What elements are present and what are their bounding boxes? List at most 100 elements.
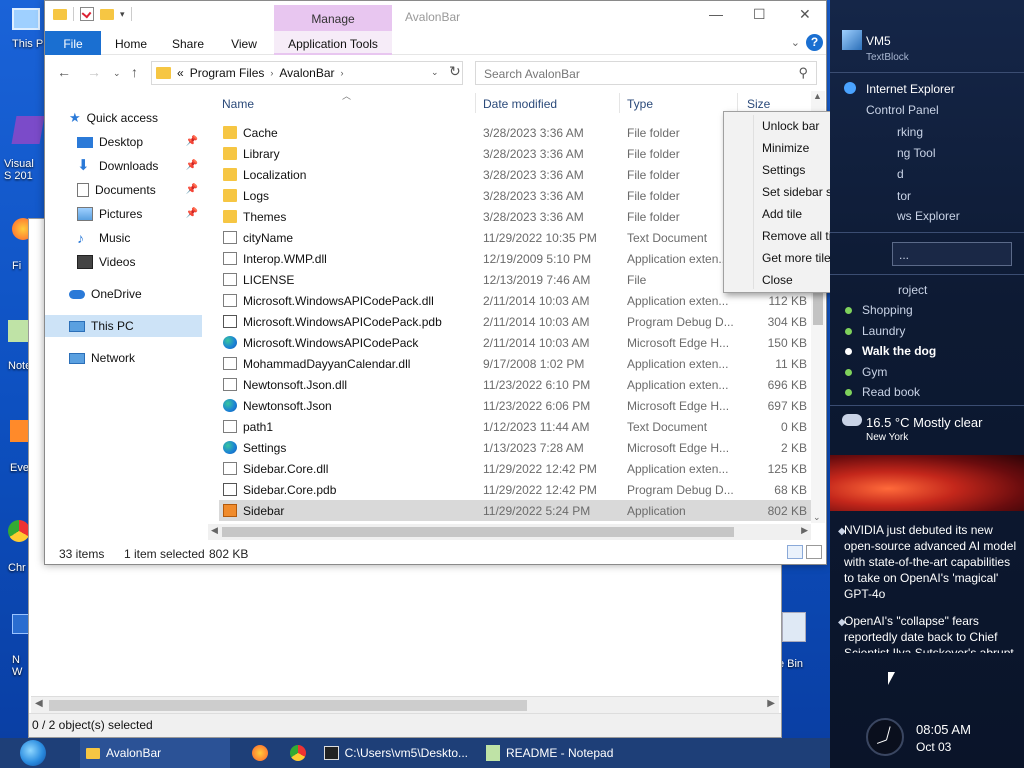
taskbar-item-firefox[interactable]: [246, 738, 276, 768]
explorer-window[interactable]: ▾ Manage AvalonBar — ☐ ✕ File Home Share…: [44, 0, 827, 565]
column-header-type[interactable]: Type: [627, 89, 653, 115]
nav-item-documents[interactable]: Documents 📌: [45, 179, 202, 201]
column-divider[interactable]: [475, 93, 476, 113]
file-row[interactable]: Microsoft.WindowsAPICodePack.pdb 2/11/201…: [219, 311, 815, 332]
refresh-icon[interactable]: ↻: [449, 63, 461, 80]
scroll-right-icon[interactable]: ▶: [801, 525, 808, 536]
column-divider[interactable]: [619, 93, 620, 113]
file-row[interactable]: Sidebar.Core.pdb 11/29/2022 12:42 PM Progr…: [219, 479, 815, 500]
scroll-down-icon[interactable]: ⌄: [813, 512, 821, 523]
taskbar-item-chrome[interactable]: [284, 738, 314, 768]
help-icon[interactable]: ?: [806, 34, 823, 51]
file-row[interactable]: Sidebar 11/29/2022 5:24 PM Application 802 …: [219, 500, 815, 521]
details-view-icon[interactable]: [787, 545, 803, 559]
scroll-left-icon[interactable]: ◀: [211, 525, 218, 536]
todo-status-icon[interactable]: [845, 368, 852, 376]
address-root-icon[interactable]: «: [177, 66, 184, 80]
desktop-icon-app[interactable]: Eve: [10, 420, 30, 474]
taskbar-item-7zip[interactable]: C:\Users\vm5\Deskto...: [318, 738, 468, 768]
tab-home[interactable]: Home: [111, 31, 151, 55]
taskbar-item-notepad[interactable]: README - Notepad: [480, 738, 630, 768]
address-dropdown-icon[interactable]: ⌄: [431, 67, 439, 78]
tab-application-tools[interactable]: Application Tools: [274, 31, 392, 55]
chevron-right-icon[interactable]: ›: [270, 68, 273, 78]
file-row[interactable]: Microsoft.WindowsAPICodePack 2/11/2014 10…: [219, 332, 815, 353]
expand-ribbon-icon[interactable]: ⌄: [791, 36, 800, 49]
pin-icon[interactable]: 📌: [186, 136, 198, 147]
todo-item[interactable]: Shopping: [862, 303, 913, 317]
file-row[interactable]: Sidebar.Core.dll 11/29/2022 12:42 PM Appli…: [219, 458, 815, 479]
todo-status-icon[interactable]: [845, 348, 852, 355]
horizontal-scrollbar[interactable]: ◀ ▶: [208, 524, 811, 540]
recent-locations-icon[interactable]: ⌄: [113, 68, 121, 79]
taskbar-item-avalonbar[interactable]: AvalonBar: [80, 738, 230, 768]
sidebar-link[interactable]: ng Tool: [897, 146, 935, 160]
scroll-up-icon[interactable]: ▲: [813, 91, 822, 101]
todo-status-icon[interactable]: [845, 307, 852, 314]
desktop-icon-visual-studio[interactable]: Visual S 201: [4, 116, 45, 182]
tab-share[interactable]: Share: [169, 31, 207, 55]
nav-item-music[interactable]: ♪ Music: [45, 227, 202, 249]
customize-toolbar-icon[interactable]: ▾: [120, 9, 125, 20]
todo-item[interactable]: Gym: [862, 365, 887, 379]
sidebar-link-windows-explorer[interactable]: ws Explorer: [897, 209, 960, 223]
scroll-right-icon[interactable]: ▶: [767, 698, 775, 709]
pin-icon[interactable]: 📌: [186, 160, 198, 171]
nav-item-downloads[interactable]: ⬇ Downloads 📌: [45, 155, 202, 177]
nav-item-this-pc[interactable]: This PC: [45, 315, 202, 337]
column-header-name[interactable]: Name: [222, 89, 254, 115]
scrollbar-thumb[interactable]: [49, 700, 527, 711]
new-folder-icon[interactable]: [100, 8, 114, 20]
user-name[interactable]: VM5: [866, 34, 891, 48]
nav-item-onedrive[interactable]: OneDrive: [45, 283, 202, 305]
todo-status-icon[interactable]: [845, 389, 852, 396]
forward-icon[interactable]: →: [87, 64, 101, 80]
start-button[interactable]: [20, 740, 46, 766]
properties-icon[interactable]: [80, 7, 94, 21]
maximize-button[interactable]: ☐: [753, 6, 766, 23]
address-bar[interactable]: « Program Files › AvalonBar ›: [151, 61, 463, 85]
nav-item-network[interactable]: Network: [45, 347, 202, 369]
desktop-icon-chrome[interactable]: Chr: [8, 520, 30, 574]
nav-item-videos[interactable]: Videos: [45, 251, 202, 273]
minimize-button[interactable]: —: [709, 6, 723, 22]
pin-icon[interactable]: 📌: [186, 184, 198, 195]
file-row[interactable]: Settings 1/13/2023 7:28 AM Microsoft Edge …: [219, 437, 815, 458]
large-icons-view-icon[interactable]: [806, 545, 822, 559]
file-row[interactable]: Microsoft.WindowsAPICodePack.dll 2/11/201…: [219, 290, 815, 311]
sidebar-link[interactable]: tor: [897, 189, 911, 203]
up-icon[interactable]: ↑: [131, 64, 138, 80]
title-bar[interactable]: ▾ Manage AvalonBar — ☐ ✕: [45, 1, 826, 33]
breadcrumb-avalonbar[interactable]: AvalonBar: [279, 66, 334, 80]
todo-item[interactable]: Laundry: [862, 324, 905, 338]
file-row[interactable]: path1 1/12/2023 11:44 AM Text Document 0 KB: [219, 416, 815, 437]
nav-quick-access[interactable]: ★ Quick access: [45, 107, 202, 129]
todo-item[interactable]: Walk the dog: [862, 344, 936, 358]
sidebar-link-internet-explorer[interactable]: Internet Explorer: [866, 82, 955, 96]
todo-status-icon[interactable]: [845, 327, 852, 335]
sidebar-search-input[interactable]: ...: [892, 242, 1012, 266]
sidebar-link[interactable]: d: [897, 167, 904, 181]
file-row[interactable]: Newtonsoft.Json.dll 11/23/2022 6:10 PM App…: [219, 374, 815, 395]
tab-view[interactable]: View: [227, 31, 261, 55]
image-slideshow-tile[interactable]: [830, 455, 1024, 511]
scrollbar-thumb[interactable]: [222, 527, 734, 537]
horizontal-scrollbar[interactable]: ◀ ▶: [31, 696, 779, 713]
chevron-right-icon[interactable]: ›: [341, 68, 344, 78]
close-button[interactable]: ✕: [799, 6, 811, 23]
news-item[interactable]: NVIDIA just debuted its new open-source …: [844, 522, 1020, 602]
sidebar-link[interactable]: rking: [897, 125, 923, 139]
sidebar-link-control-panel[interactable]: Control Panel: [866, 103, 939, 117]
desktop-icon-this-pc[interactable]: This P: [12, 8, 43, 50]
manage-tab[interactable]: Manage: [274, 5, 392, 31]
nav-item-desktop[interactable]: Desktop 📌: [45, 131, 202, 153]
back-icon[interactable]: ←: [57, 64, 71, 80]
nav-item-pictures[interactable]: Pictures 📌: [45, 203, 202, 225]
breadcrumb-program-files[interactable]: Program Files: [190, 66, 265, 80]
file-row[interactable]: Newtonsoft.Json 11/23/2022 6:06 PM Microso…: [219, 395, 815, 416]
column-divider[interactable]: [737, 93, 738, 113]
tab-file[interactable]: File: [45, 31, 101, 55]
todo-item[interactable]: Read book: [862, 385, 920, 399]
scroll-left-icon[interactable]: ◀: [35, 698, 43, 709]
column-header-date[interactable]: Date modified: [483, 89, 557, 115]
